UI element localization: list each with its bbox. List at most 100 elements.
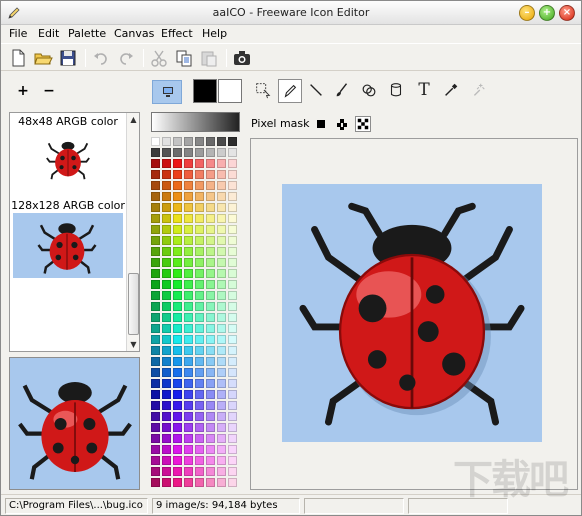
palette-color-cell[interactable] (184, 181, 193, 190)
minimize-button[interactable]: – (519, 5, 535, 21)
palette-color-cell[interactable] (162, 335, 171, 344)
palette-color-cell[interactable] (162, 236, 171, 245)
palette-color-cell[interactable] (195, 313, 204, 322)
close-button[interactable]: × (559, 5, 575, 21)
new-icon[interactable] (8, 48, 28, 68)
palette-color-cell[interactable] (173, 456, 182, 465)
palette-color-cell[interactable] (151, 324, 160, 333)
palette-color-cell[interactable] (228, 159, 237, 168)
palette-color-cell[interactable] (184, 192, 193, 201)
palette-color-cell[interactable] (151, 225, 160, 234)
palette-color-cell[interactable] (206, 346, 215, 355)
palette-color-cell[interactable] (162, 192, 171, 201)
palette-color-cell[interactable] (195, 467, 204, 476)
palette-color-cell[interactable] (228, 335, 237, 344)
palette-color-cell[interactable] (173, 181, 182, 190)
palette-color-cell[interactable] (162, 203, 171, 212)
palette-color-cell[interactable] (217, 181, 226, 190)
palette-color-cell[interactable] (206, 269, 215, 278)
palette-color-cell[interactable] (206, 390, 215, 399)
palette-color-cell[interactable] (173, 346, 182, 355)
palette-color-cell[interactable] (217, 434, 226, 443)
palette-color-cell[interactable] (217, 269, 226, 278)
palette-color-cell[interactable] (217, 280, 226, 289)
palette-color-cell[interactable] (184, 313, 193, 322)
palette-color-cell[interactable] (173, 423, 182, 432)
palette-color-cell[interactable] (173, 280, 182, 289)
grayscale-gradient[interactable] (151, 112, 240, 132)
save-icon[interactable] (58, 48, 78, 68)
palette-color-cell[interactable] (206, 335, 215, 344)
palette-color-cell[interactable] (217, 247, 226, 256)
palette-color-cell[interactable] (173, 478, 182, 487)
palette-color-cell[interactable] (206, 324, 215, 333)
palette-color-cell[interactable] (195, 412, 204, 421)
palette-color-cell[interactable] (217, 148, 226, 157)
palette-color-cell[interactable] (162, 401, 171, 410)
palette-color-cell[interactable] (228, 313, 237, 322)
palette-color-cell[interactable] (217, 335, 226, 344)
palette-color-cell[interactable] (173, 214, 182, 223)
palette-color-cell[interactable] (217, 203, 226, 212)
palette-color-cell[interactable] (217, 214, 226, 223)
palette-color-cell[interactable] (173, 159, 182, 168)
palette-color-cell[interactable] (162, 291, 171, 300)
undo-icon[interactable] (91, 48, 111, 68)
palette-color-cell[interactable] (228, 203, 237, 212)
palette-color-cell[interactable] (206, 401, 215, 410)
palette-color-cell[interactable] (173, 137, 182, 146)
palette-color-cell[interactable] (173, 467, 182, 476)
palette-color-cell[interactable] (151, 247, 160, 256)
palette-color-cell[interactable] (173, 247, 182, 256)
palette-color-cell[interactable] (173, 203, 182, 212)
palette-color-cell[interactable] (173, 192, 182, 201)
palette-color-cell[interactable] (162, 478, 171, 487)
palette-color-cell[interactable] (217, 291, 226, 300)
menu-help[interactable]: Help (202, 27, 227, 40)
palette-color-cell[interactable] (228, 467, 237, 476)
palette-color-cell[interactable] (151, 214, 160, 223)
palette-color-cell[interactable] (195, 478, 204, 487)
palette-color-cell[interactable] (151, 467, 160, 476)
palette-color-cell[interactable] (206, 302, 215, 311)
palette-color-cell[interactable] (228, 302, 237, 311)
palette-color-cell[interactable] (162, 137, 171, 146)
palette-color-cell[interactable] (217, 313, 226, 322)
palette-color-cell[interactable] (206, 291, 215, 300)
screen-color-button[interactable] (152, 80, 182, 104)
palette-color-cell[interactable] (184, 280, 193, 289)
palette-color-cell[interactable] (228, 269, 237, 278)
palette-color-cell[interactable] (228, 478, 237, 487)
palette-color-cell[interactable] (151, 445, 160, 454)
palette-color-cell[interactable] (151, 412, 160, 421)
palette-color-cell[interactable] (173, 258, 182, 267)
palette-color-cell[interactable] (162, 269, 171, 278)
primary-color-swatch[interactable] (193, 79, 217, 103)
palette-color-cell[interactable] (195, 148, 204, 157)
palette-color-cell[interactable] (173, 445, 182, 454)
palette-color-cell[interactable] (184, 214, 193, 223)
palette-color-cell[interactable] (206, 456, 215, 465)
palette-color-cell[interactable] (195, 302, 204, 311)
palette-color-cell[interactable] (162, 412, 171, 421)
clone-tool[interactable] (357, 79, 381, 103)
palette-color-cell[interactable] (184, 247, 193, 256)
menu-canvas[interactable]: Canvas (114, 27, 154, 40)
secondary-color-swatch[interactable] (218, 79, 242, 103)
palette-color-cell[interactable] (184, 236, 193, 245)
palette-color-cell[interactable] (173, 368, 182, 377)
palette-color-cell[interactable] (228, 346, 237, 355)
palette-color-cell[interactable] (173, 170, 182, 179)
palette-color-cell[interactable] (206, 181, 215, 190)
palette-color-cell[interactable] (184, 159, 193, 168)
palette-color-cell[interactable] (217, 258, 226, 267)
palette-color-cell[interactable] (184, 137, 193, 146)
palette-color-cell[interactable] (162, 357, 171, 366)
palette-color-cell[interactable] (206, 478, 215, 487)
palette-color-cell[interactable] (195, 280, 204, 289)
palette-color-cell[interactable] (151, 401, 160, 410)
palette-color-cell[interactable] (151, 137, 160, 146)
palette-color-cell[interactable] (162, 379, 171, 388)
palette-color-cell[interactable] (217, 357, 226, 366)
palette-color-cell[interactable] (217, 137, 226, 146)
